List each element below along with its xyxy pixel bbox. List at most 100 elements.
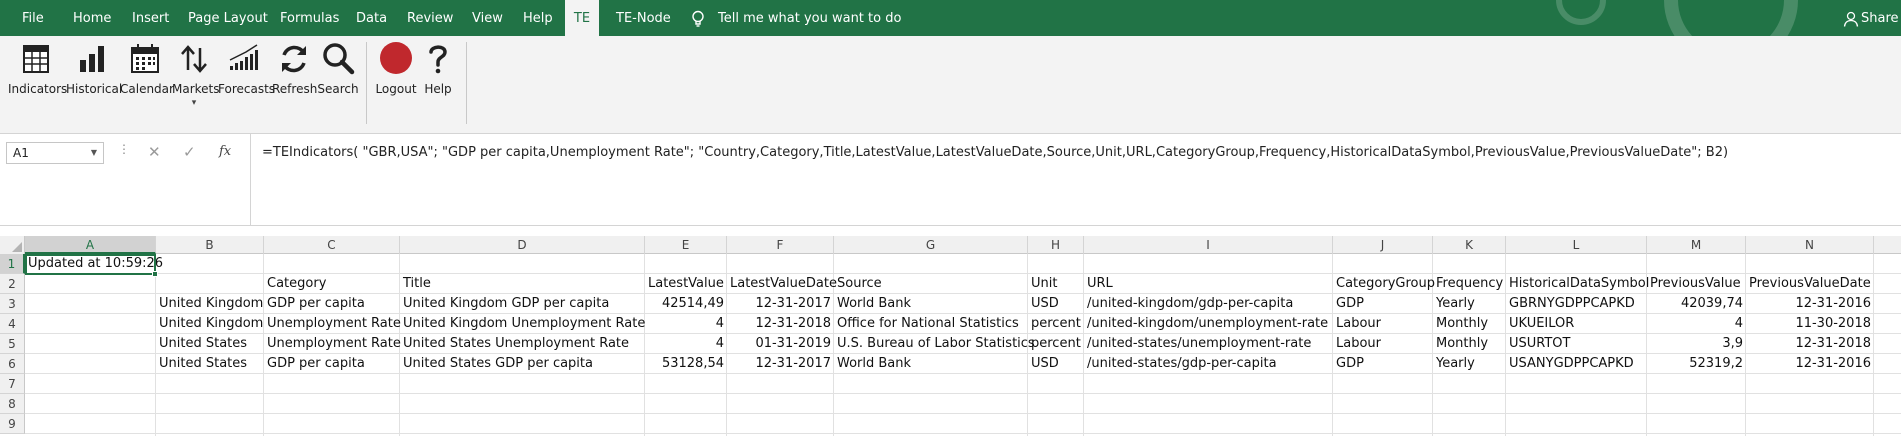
row-header-3[interactable]: 3 <box>0 294 25 314</box>
insert-function-icon[interactable]: fx <box>219 142 231 162</box>
cell-m3[interactable]: 42039,74 <box>1647 294 1746 314</box>
cell-i6[interactable]: /united-states/gdp-per-capita <box>1084 354 1333 374</box>
cell-l6[interactable]: USANYGDPPCAPKD <box>1506 354 1647 374</box>
cell-h2[interactable]: Unit <box>1028 274 1084 294</box>
column-header-g[interactable]: G <box>834 236 1028 254</box>
column-header-h[interactable]: H <box>1028 236 1084 254</box>
cell-l5[interactable]: USURTOT <box>1506 334 1647 354</box>
cell-e4[interactable]: 4 <box>645 314 727 334</box>
cell-f2[interactable]: LatestValueDate <box>727 274 837 294</box>
logout-button[interactable]: Logout <box>374 40 418 124</box>
cell-g3[interactable]: World Bank <box>834 294 1028 314</box>
cell-k5[interactable]: Monthly <box>1433 334 1506 354</box>
cell-f6[interactable]: 12-31-2017 <box>727 354 834 374</box>
cell-k4[interactable]: Monthly <box>1433 314 1506 334</box>
cell-f3[interactable]: 12-31-2017 <box>727 294 834 314</box>
cell-f4[interactable]: 12-31-2018 <box>727 314 834 334</box>
column-header-a[interactable]: A <box>25 236 156 254</box>
cell-l2[interactable]: HistoricalDataSymbol <box>1506 274 1649 294</box>
cell-n3[interactable]: 12-31-2016 <box>1746 294 1874 314</box>
column-header-n[interactable]: N <box>1746 236 1874 254</box>
cell-d3[interactable]: United Kingdom GDP per capita <box>400 294 645 314</box>
row-header-1[interactable]: 1 <box>0 254 25 274</box>
cell-b6[interactable]: United States <box>156 354 264 374</box>
cell-k2[interactable]: Frequency <box>1433 274 1506 294</box>
column-header-i[interactable]: I <box>1084 236 1333 254</box>
name-box[interactable]: A1 ▼ <box>6 142 104 164</box>
cell-b5[interactable]: United States <box>156 334 264 354</box>
enter-check-icon[interactable]: ✓ <box>183 142 196 162</box>
cell-k6[interactable]: Yearly <box>1433 354 1506 374</box>
column-header-m[interactable]: M <box>1647 236 1746 254</box>
tab-file[interactable]: File <box>22 0 44 36</box>
formula-input[interactable]: =TEIndicators( "GBR,USA"; "GDP per capit… <box>262 143 1882 163</box>
column-header-c[interactable]: C <box>264 236 400 254</box>
cell-l4[interactable]: UKUEILOR <box>1506 314 1647 334</box>
cell-g4[interactable]: Office for National Statistics <box>834 314 1028 334</box>
cell-j3[interactable]: GDP <box>1333 294 1433 314</box>
help-button[interactable]: Help <box>420 40 456 124</box>
cell-e3[interactable]: 42514,49 <box>645 294 727 314</box>
chevron-down-icon[interactable]: ▾ <box>172 98 216 108</box>
forecasts-button[interactable]: Forecasts <box>218 40 275 124</box>
select-all-button[interactable] <box>0 236 25 254</box>
column-header-d[interactable]: D <box>400 236 645 254</box>
cell-m6[interactable]: 52319,2 <box>1647 354 1746 374</box>
cell-c5[interactable]: Unemployment Rate <box>264 334 401 354</box>
cell-n4[interactable]: 11-30-2018 <box>1746 314 1874 334</box>
search-button[interactable]: Search <box>316 40 360 124</box>
cell-m2[interactable]: PreviousValue <box>1647 274 1746 294</box>
cell-k3[interactable]: Yearly <box>1433 294 1506 314</box>
cancel-icon[interactable]: ✕ <box>148 142 161 162</box>
cell-d4[interactable]: United Kingdom Unemployment Rate <box>400 314 645 334</box>
cell-j4[interactable]: Labour <box>1333 314 1433 334</box>
cell-d6[interactable]: United States GDP per capita <box>400 354 645 374</box>
refresh-button[interactable]: Refresh <box>272 40 317 124</box>
calendar-button[interactable]: Calendar <box>120 40 174 124</box>
indicators-button[interactable]: Indicators <box>8 40 67 124</box>
cell-m5[interactable]: 3,9 <box>1647 334 1746 354</box>
row-header-4[interactable]: 4 <box>0 314 25 334</box>
column-header-k[interactable]: K <box>1433 236 1506 254</box>
chevron-down-icon[interactable]: ▼ <box>91 143 97 163</box>
historical-button[interactable]: Historical <box>66 40 122 124</box>
tab-view[interactable]: View <box>472 0 503 36</box>
cell-g5[interactable]: U.S. Bureau of Labor Statistics <box>834 334 1035 354</box>
row-header-9[interactable]: 9 <box>0 414 25 434</box>
cell-m4[interactable]: 4 <box>1647 314 1746 334</box>
column-header-l[interactable]: L <box>1506 236 1647 254</box>
cell-n5[interactable]: 12-31-2018 <box>1746 334 1874 354</box>
cell-e2[interactable]: LatestValue <box>645 274 727 294</box>
cell-e5[interactable]: 4 <box>645 334 727 354</box>
tab-formulas[interactable]: Formulas <box>280 0 339 36</box>
fill-handle[interactable] <box>152 271 158 277</box>
cell-n6[interactable]: 12-31-2016 <box>1746 354 1874 374</box>
column-header-b[interactable]: B <box>156 236 264 254</box>
active-cell-selection[interactable] <box>25 254 158 277</box>
cell-i3[interactable]: /united-kingdom/gdp-per-capita <box>1084 294 1333 314</box>
column-header-f[interactable]: F <box>727 236 834 254</box>
tell-me-search[interactable]: Tell me what you want to do <box>718 0 901 36</box>
cell-i2[interactable]: URL <box>1084 274 1333 294</box>
cell-b4[interactable]: United Kingdom <box>156 314 264 334</box>
cell-f5[interactable]: 01-31-2019 <box>727 334 834 354</box>
cell-g6[interactable]: World Bank <box>834 354 1028 374</box>
tab-home[interactable]: Home <box>73 0 111 36</box>
row-header-8[interactable]: 8 <box>0 394 25 414</box>
tab-te[interactable]: TE <box>565 0 599 36</box>
row-header-5[interactable]: 5 <box>0 334 25 354</box>
cell-h5[interactable]: percent <box>1028 334 1084 354</box>
cell-e6[interactable]: 53128,54 <box>645 354 727 374</box>
cell-j6[interactable]: GDP <box>1333 354 1433 374</box>
tab-page-layout[interactable]: Page Layout <box>188 0 268 36</box>
cell-b3[interactable]: United Kingdom <box>156 294 264 314</box>
formula-bar-grip-icon[interactable]: ⋮ <box>118 142 131 156</box>
cell-h4[interactable]: percent <box>1028 314 1084 334</box>
cell-i5[interactable]: /united-states/unemployment-rate <box>1084 334 1333 354</box>
cell-g2[interactable]: Source <box>834 274 1028 294</box>
cell-n2[interactable]: PreviousValueDate <box>1746 274 1874 294</box>
column-header-j[interactable]: J <box>1333 236 1433 254</box>
markets-button[interactable]: Markets ▾ <box>172 40 220 124</box>
cell-d2[interactable]: Title <box>400 274 645 294</box>
cell-i4[interactable]: /united-kingdom/unemployment-rate <box>1084 314 1333 334</box>
